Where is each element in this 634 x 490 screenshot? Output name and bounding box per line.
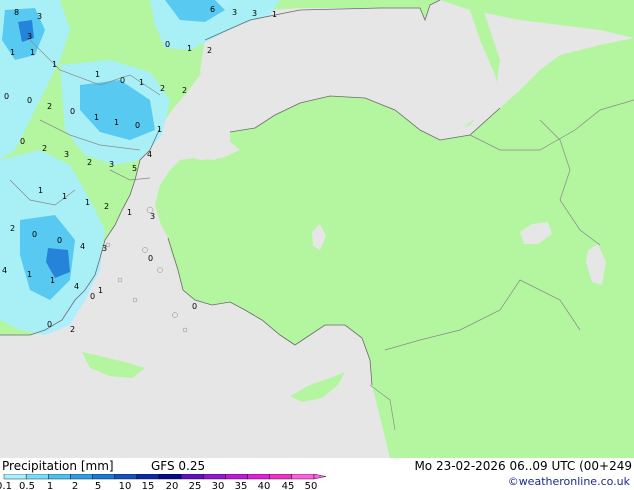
- legend-swatch: [203, 474, 226, 480]
- legend-tick-label: 0.5: [19, 481, 35, 490]
- legend-tick-label: 1: [47, 481, 53, 490]
- legend-swatch: [3, 474, 27, 480]
- precip-value-label: 0: [70, 107, 75, 116]
- precip-value-label: 0: [47, 320, 52, 329]
- precip-value-label: 2: [182, 86, 187, 95]
- legend-swatch: [114, 474, 138, 480]
- precip-value-label: 2: [47, 102, 52, 111]
- precip-value-label: 4: [147, 150, 152, 159]
- precip-value-label: 1: [272, 10, 277, 19]
- legend-tick-label: 50: [305, 481, 318, 490]
- precip-value-label: 0: [32, 230, 37, 239]
- precip-value-label: 4: [74, 282, 79, 291]
- precip-value-label: 0: [57, 236, 62, 245]
- precip-value-label: 0: [148, 254, 153, 263]
- precip-value-label: 1: [62, 192, 67, 201]
- model-name: GFS 0.25: [151, 459, 206, 473]
- legend-tick-label: 30: [212, 481, 225, 490]
- legend-tick-label: 20: [166, 481, 179, 490]
- legend-tick-label: 2: [72, 481, 78, 490]
- precip-value-label: 1: [10, 48, 15, 57]
- legend-swatch: [247, 474, 270, 480]
- legend-tick-label: 10: [119, 481, 132, 490]
- legend-arrow: [313, 474, 327, 480]
- legend-tick-label: 45: [282, 481, 295, 490]
- legend-swatch: [92, 474, 115, 480]
- legend-swatch: [25, 474, 49, 480]
- map-title: Precipitation [mm]: [2, 459, 114, 473]
- precip-value-label: 1: [50, 276, 55, 285]
- precip-value-label: 1: [187, 44, 192, 53]
- legend-tick-label: 0.1: [0, 481, 12, 490]
- precip-value-label: 0: [135, 121, 140, 130]
- precip-value-label: 8: [14, 8, 19, 17]
- precip-value-label: 1: [38, 186, 43, 195]
- precip-value-label: 3: [64, 150, 69, 159]
- valid-time: Mo 23-02-2026 06..09 UTC (00+249: [414, 459, 632, 473]
- precip-value-label: 4: [80, 242, 85, 251]
- precip-value-label: 3: [37, 12, 42, 21]
- weather-map-view: 8363313110121101220020110102323541112132…: [0, 0, 634, 490]
- legend-tick-label: 35: [235, 481, 248, 490]
- precip-value-label: 6: [210, 5, 215, 14]
- legend-swatch: [225, 474, 248, 480]
- precip-value-label: 4: [2, 266, 7, 275]
- legend-tick-label: 40: [258, 481, 271, 490]
- precip-value-label: 1: [139, 78, 144, 87]
- legend-swatch: [291, 474, 315, 480]
- legend-swatch: [180, 474, 204, 480]
- legend-swatch: [48, 474, 71, 480]
- precip-value-label: 3: [150, 212, 155, 221]
- precip-value-label: 0: [120, 76, 125, 85]
- legend-swatch: [269, 474, 293, 480]
- legend-swatch: [158, 474, 182, 480]
- precip-value-label: 2: [160, 84, 165, 93]
- precip-value-label: 1: [98, 286, 103, 295]
- legend-swatch: [70, 474, 93, 480]
- legend-tick-label: 5: [95, 481, 101, 490]
- precip-value-label: 5: [132, 164, 137, 173]
- precip-value-label: 2: [10, 224, 15, 233]
- precip-value-label: 2: [87, 158, 92, 167]
- precip-value-label: 2: [70, 325, 75, 334]
- precip-value-label: 1: [52, 60, 57, 69]
- precip-legend: 0.10.5125101520253035404550: [0, 474, 327, 490]
- precip-value-label: 0: [20, 137, 25, 146]
- precip-value-label: 1: [114, 118, 119, 127]
- precip-value-label: 1: [94, 113, 99, 122]
- precip-value-label: 3: [109, 160, 114, 169]
- precip-value-label: 3: [252, 9, 257, 18]
- precip-value-label: 0: [27, 96, 32, 105]
- precip-value-label: 0: [4, 92, 9, 101]
- precip-value-label: 0: [90, 292, 95, 301]
- legend-tick-label: 15: [142, 481, 155, 490]
- precip-value-label: 3: [102, 244, 107, 253]
- precip-value-label: 0: [192, 302, 197, 311]
- precip-value-label: 1: [85, 198, 90, 207]
- precip-value-label: 1: [127, 208, 132, 217]
- precip-value-label: 0: [165, 40, 170, 49]
- precip-value-label: 1: [157, 125, 162, 134]
- precip-value-label: 2: [104, 202, 109, 211]
- precipitation-map: 8 36 3 3 131 10 1 2110 12 20 02011 0 10232 3 54111 21 32…: [0, 0, 634, 458]
- precip-value-label: 1: [95, 70, 100, 79]
- precip-value-label: 1: [30, 48, 35, 57]
- credit-link[interactable]: ©weatheronline.co.uk: [508, 475, 630, 489]
- precip-value-label: 3: [27, 32, 32, 41]
- precip-value-label: 2: [207, 46, 212, 55]
- precip-value-label: 1: [27, 270, 32, 279]
- precip-value-label: 3: [232, 8, 237, 17]
- legend-tick-label: 25: [189, 481, 202, 490]
- legend-swatch: [136, 474, 160, 480]
- precip-value-label: 2: [42, 144, 47, 153]
